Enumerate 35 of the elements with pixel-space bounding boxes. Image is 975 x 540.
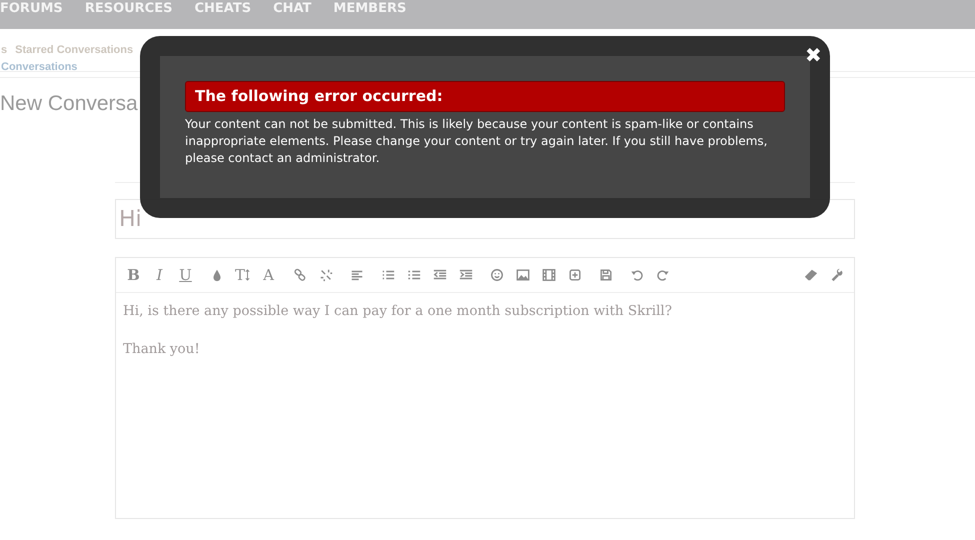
nav-link[interactable]: CHEATS [183, 0, 262, 16]
error-message: Your content can not be submitted. This is likely because your content is spam-like or contains inappropriate elements. Please change your content or try again later. If you still have problems, please contact an administrator. [185, 116, 768, 167]
subnav-link[interactable]: Starred Conversations [15, 44, 134, 56]
text-size-button[interactable]: T [231, 264, 254, 286]
up-down-arrow-icon [245, 268, 250, 282]
nav-link[interactable]: RESOURCES [74, 0, 184, 16]
smiley-icon [490, 268, 504, 282]
undo-icon [630, 268, 644, 282]
align-left-icon [350, 268, 364, 282]
close-button[interactable]: ✖ [805, 44, 822, 68]
film-strip-icon [542, 268, 556, 282]
numbered-list-icon [406, 268, 420, 282]
chain-link-icon [292, 268, 306, 282]
message-text: Thank you! [123, 341, 201, 357]
wrench-icon [830, 268, 844, 282]
nav-link[interactable]: CHAT [262, 0, 322, 16]
bulleted-list-icon [380, 268, 394, 282]
subnav-link[interactable]: s [1, 44, 8, 56]
broken-chain-icon [318, 268, 332, 282]
breadcrumb-link[interactable]: Conversations [1, 61, 78, 74]
page-heading: New Conversa [0, 92, 138, 117]
font-button[interactable]: A [257, 264, 280, 286]
underline-button[interactable]: U [174, 264, 197, 286]
image-icon [516, 268, 530, 282]
nav-link[interactable]: FORUMS [0, 0, 74, 16]
outdent-icon [432, 268, 446, 282]
indent-icon [458, 268, 472, 282]
italic-button[interactable]: I [148, 264, 171, 286]
nav-link[interactable]: MEMBERS [322, 0, 418, 16]
plus-box-icon [568, 268, 582, 282]
bold-button[interactable]: B [122, 264, 145, 286]
message-text: Hi, is there any possible way I can pay for a one month subscription with Skrill? [123, 303, 673, 319]
error-title: The following error occurred: [185, 81, 785, 112]
eraser-icon [804, 268, 818, 282]
redo-icon [656, 268, 670, 282]
